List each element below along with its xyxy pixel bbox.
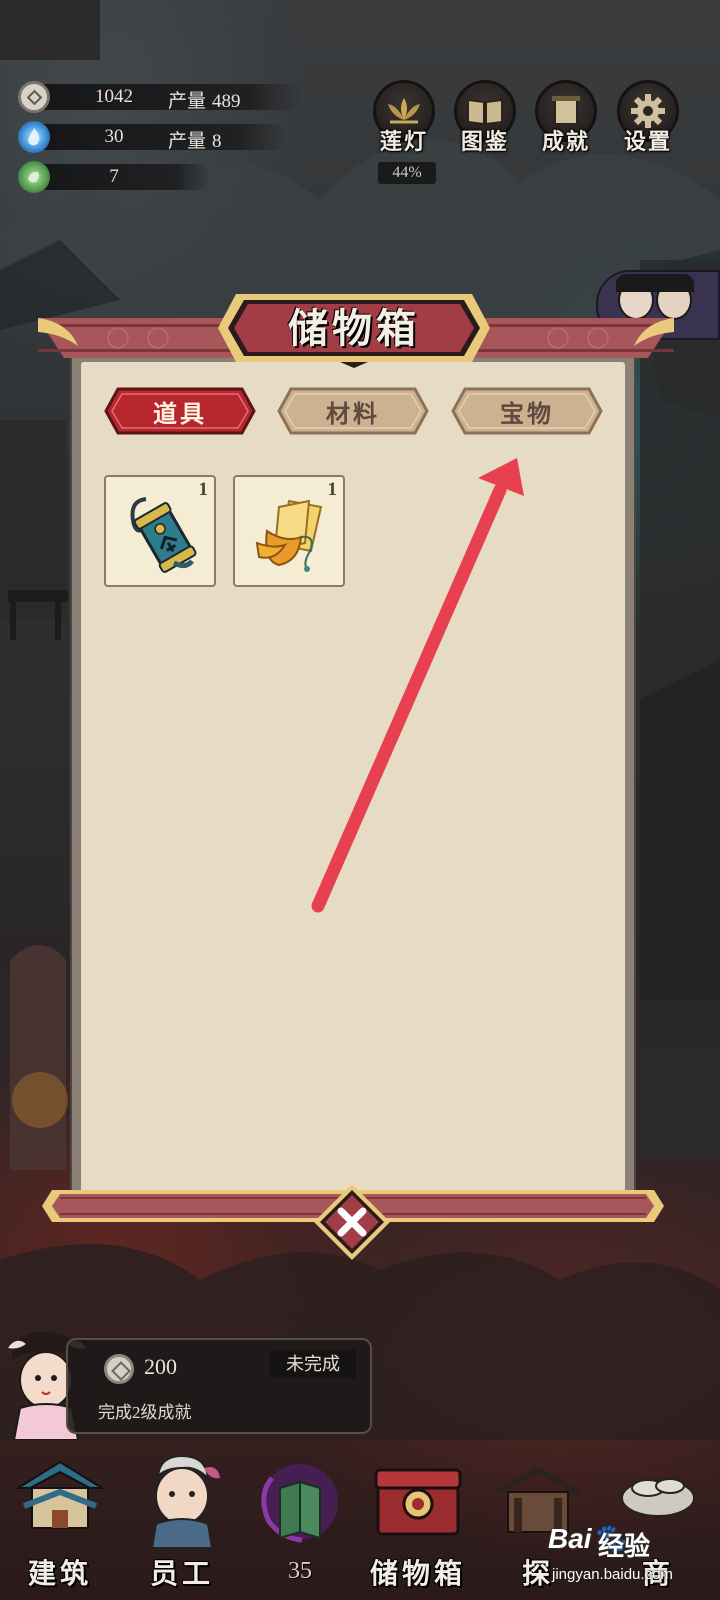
inventory-slot-talisman[interactable]: 1 bbox=[233, 475, 345, 587]
nav-staff[interactable]: 员工 bbox=[122, 1440, 242, 1600]
lotus-label: 莲灯 bbox=[379, 129, 428, 155]
blue-flame-production: 产量 8 bbox=[168, 131, 222, 152]
tab-props[interactable]: 道具 bbox=[104, 387, 256, 435]
achievements-label: 成就 bbox=[541, 129, 590, 155]
lotus-lamp-button[interactable]: 莲灯 bbox=[372, 80, 436, 156]
building-icon bbox=[14, 1460, 106, 1529]
staff-icon bbox=[150, 1454, 220, 1548]
tab-props-label: 道具 bbox=[153, 401, 207, 428]
command-token-icon bbox=[130, 497, 197, 573]
tab-treasures-label: 宝物 bbox=[500, 401, 554, 428]
quest-card[interactable]: 200 未完成 完成2级成就 bbox=[66, 1338, 372, 1434]
nav-storage[interactable]: 储物箱 bbox=[358, 1440, 478, 1600]
blue-flame-icon bbox=[18, 121, 50, 153]
panel-title: 储物箱 bbox=[288, 305, 420, 352]
tab-treasures[interactable]: 宝物 bbox=[451, 387, 603, 435]
settings-button[interactable]: 设置 bbox=[616, 80, 680, 156]
talisman-icon bbox=[255, 499, 323, 572]
tab-materials[interactable]: 材料 bbox=[277, 387, 429, 435]
nav-buildings[interactable]: 建筑 bbox=[0, 1440, 120, 1600]
resource-green-jade: 7 bbox=[18, 160, 210, 194]
codex-label: 图鉴 bbox=[460, 129, 509, 155]
resource-coins: 1042 产量 489 bbox=[18, 80, 302, 114]
storage-chest-icon bbox=[374, 1468, 462, 1536]
nav-staff-label: 员工 bbox=[149, 1557, 214, 1590]
quest-status: 未完成 bbox=[270, 1350, 356, 1378]
lotus-percent: 44% bbox=[378, 162, 436, 184]
green-jade-icon bbox=[18, 161, 50, 193]
blue-flame-value: 30 bbox=[104, 126, 124, 147]
watermark-url: jingyan.baidu.com bbox=[552, 1566, 673, 1583]
green-jade-value: 7 bbox=[109, 166, 119, 187]
close-button[interactable] bbox=[312, 1182, 392, 1262]
nav-spirit-book[interactable]: 35 bbox=[240, 1440, 360, 1600]
coin-icon bbox=[18, 81, 50, 113]
tab-materials-label: 材料 bbox=[326, 401, 380, 428]
resource-blue-flame: 30 产量 8 bbox=[18, 120, 288, 154]
coin-value: 1042 bbox=[95, 86, 133, 107]
coin-production: 产量 489 bbox=[168, 91, 241, 112]
quest-description: 完成2级成就 bbox=[98, 1403, 192, 1422]
nav-storage-label: 储物箱 bbox=[369, 1557, 466, 1590]
spirit-book-icon bbox=[261, 1464, 338, 1543]
coin-icon bbox=[104, 1354, 134, 1384]
inventory-slot-command-token[interactable]: 1 bbox=[104, 475, 216, 587]
settings-label: 设置 bbox=[623, 129, 672, 155]
watermark-text: 经验 bbox=[598, 1531, 651, 1561]
nav-buildings-label: 建筑 bbox=[27, 1557, 92, 1590]
achievements-button[interactable]: 成就 bbox=[534, 80, 598, 156]
quest-reward: 200 bbox=[144, 1354, 177, 1379]
codex-button[interactable]: 图鉴 bbox=[453, 80, 517, 156]
nav-spirit-book-count: 35 bbox=[288, 1558, 312, 1584]
